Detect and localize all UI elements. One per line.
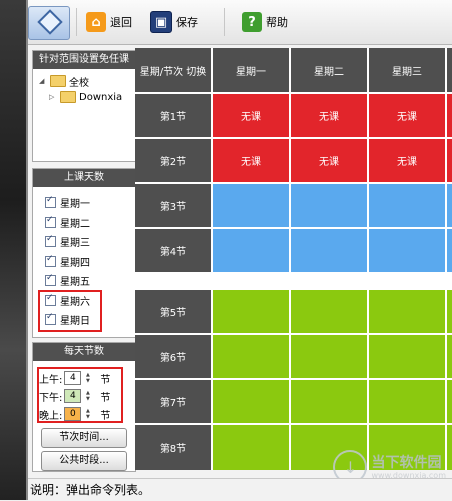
cell-partial [447, 229, 452, 272]
cell-slot[interactable] [369, 335, 445, 378]
tree-item-downxia[interactable]: ▷ Downxia [39, 89, 135, 105]
cell-slot[interactable] [369, 290, 445, 333]
cell-partial [447, 139, 452, 182]
row-header-2[interactable]: 第2节 [135, 139, 211, 182]
save-icon: ▣ [150, 11, 172, 33]
cell-partial [447, 94, 452, 137]
cell-slot[interactable] [291, 335, 367, 378]
cell-slot[interactable] [291, 184, 367, 227]
cell-no-class[interactable]: 无课 [369, 139, 445, 182]
cell-slot[interactable] [213, 335, 289, 378]
desktop-background [0, 0, 28, 500]
help-label: 帮助 [266, 16, 288, 29]
help-icon: ? [242, 12, 262, 32]
tree-item-school[interactable]: ◢ 全校 [39, 73, 135, 89]
row-header-5[interactable]: 第5节 [135, 290, 211, 333]
cell-no-class[interactable]: 无课 [213, 94, 289, 137]
diamond-icon [37, 9, 63, 35]
highlight-periods [37, 367, 123, 423]
cell-slot[interactable] [213, 184, 289, 227]
col-header-monday[interactable]: 星期一 [213, 48, 289, 92]
cell-slot[interactable] [291, 290, 367, 333]
checkbox-icon[interactable] [45, 273, 56, 287]
row-header-4[interactable]: 第4节 [135, 229, 211, 272]
public-slot-button[interactable]: 公共时段... [41, 451, 127, 471]
tree-item-label: Downxia [79, 91, 123, 103]
days-panel-title: 上课天数 [33, 169, 135, 187]
periods-panel-title: 每天节数 [33, 343, 135, 361]
cell-partial [447, 184, 452, 227]
scope-panel-title: 针对范围设置免任课 [33, 51, 135, 69]
cell-partial [447, 290, 452, 333]
status-bar: 说明：弹出命令列表。 [28, 478, 452, 501]
home-icon: ⌂ [86, 12, 106, 32]
col-header-partial [447, 48, 452, 92]
save-label: 保存 [176, 16, 198, 29]
cell-partial [447, 425, 452, 470]
row-header-7[interactable]: 第7节 [135, 380, 211, 423]
cell-no-class[interactable]: 无课 [291, 94, 367, 137]
cell-slot[interactable] [213, 290, 289, 333]
grid-corner-toggle[interactable]: 星期/节次 切换 [135, 48, 211, 92]
cell-partial [447, 335, 452, 378]
folder-icon [50, 75, 66, 87]
periods-panel: 每天节数 上午: 4 ▲ ▼ 节 下午: 4 ▲ ▼ 节 晚上: 0 ▲ ▼ 节 节次… [32, 342, 136, 472]
row-header-6[interactable]: 第6节 [135, 335, 211, 378]
day-thursday[interactable]: 星期四 [45, 252, 135, 272]
cell-slot[interactable] [369, 184, 445, 227]
save-button[interactable]: ▣ 保存 [150, 10, 198, 34]
folder-icon [60, 91, 76, 103]
timetable-grid: 星期/节次 切换 星期一 星期二 星期三 第1节 第2节 第3节 第4节 第5节… [135, 48, 452, 470]
highlight-weekend [38, 290, 102, 332]
day-label: 星期四 [60, 257, 90, 269]
row-header-3[interactable]: 第3节 [135, 184, 211, 227]
cell-slot[interactable] [291, 229, 367, 272]
checkbox-icon[interactable] [45, 254, 56, 267]
watermark-main: 当下软件园 [371, 454, 442, 471]
help-button[interactable]: ? 帮助 [242, 10, 288, 34]
cell-slot[interactable] [213, 229, 289, 272]
checkbox-icon[interactable] [45, 234, 56, 248]
row-header-8[interactable]: 第8节 [135, 425, 211, 470]
tree-item-label: 全校 [69, 77, 89, 89]
cell-partial [447, 380, 452, 423]
days-panel: 上课天数 星期一 星期二 星期三 星期四 星期五 星期六 星期日 [32, 168, 136, 338]
cell-no-class[interactable]: 无课 [369, 94, 445, 137]
day-wednesday[interactable]: 星期三 [45, 232, 135, 252]
toolbar-separator [76, 8, 77, 36]
cell-slot[interactable] [213, 425, 289, 470]
cell-slot[interactable] [213, 380, 289, 423]
app-window: ⌂ 退回 ▣ 保存 ? 帮助 针对范围设置免任课 ◢ 全校 ▷ Downxia [28, 0, 452, 501]
back-label: 退回 [110, 16, 132, 29]
period-time-button[interactable]: 节次时间... [41, 428, 127, 448]
day-label: 星期二 [60, 218, 90, 230]
day-friday[interactable]: 星期五 [45, 271, 135, 291]
checkbox-icon[interactable] [45, 215, 56, 228]
collapse-icon[interactable]: ▷ [49, 93, 57, 101]
col-header-wednesday[interactable]: 星期三 [369, 48, 445, 92]
back-button[interactable]: ⌂ 退回 [86, 10, 132, 34]
expand-icon[interactable]: ◢ [39, 77, 47, 85]
day-tuesday[interactable]: 星期二 [45, 213, 135, 233]
day-monday[interactable]: 星期一 [45, 193, 135, 213]
day-label: 星期三 [60, 238, 90, 250]
cell-slot[interactable] [369, 229, 445, 272]
col-header-tuesday[interactable]: 星期二 [291, 48, 367, 92]
scope-tree: ◢ 全校 ▷ Downxia [33, 69, 135, 105]
app-menu-button[interactable] [28, 6, 70, 40]
cell-slot[interactable] [369, 380, 445, 423]
toolbar: ⌂ 退回 ▣ 保存 ? 帮助 [28, 0, 452, 45]
day-label: 星期一 [60, 199, 90, 211]
cell-slot[interactable] [291, 380, 367, 423]
cell-no-class[interactable]: 无课 [213, 139, 289, 182]
scope-panel: 针对范围设置免任课 ◢ 全校 ▷ Downxia [32, 50, 136, 162]
day-label: 星期五 [60, 277, 90, 289]
row-header-1[interactable]: 第1节 [135, 94, 211, 137]
toolbar-separator [224, 8, 225, 36]
checkbox-icon[interactable] [45, 195, 56, 209]
cell-no-class[interactable]: 无课 [291, 139, 367, 182]
